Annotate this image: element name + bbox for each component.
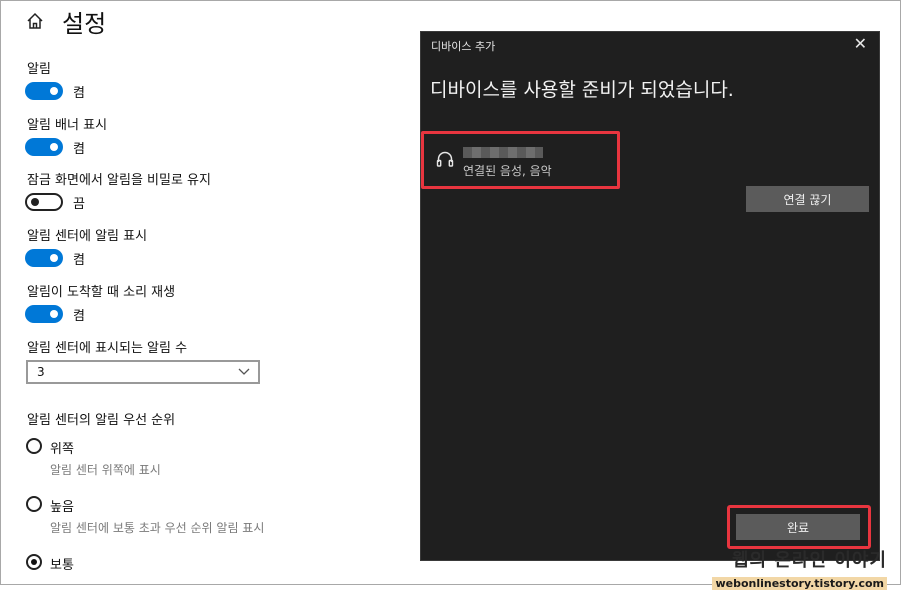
toggle-state: 켬 (73, 253, 85, 268)
toggle-state: 끔 (73, 197, 85, 212)
toggle-state: 켬 (73, 309, 85, 324)
notification-count-value: 3 (37, 365, 45, 379)
disconnect-button[interactable]: 연결 끊기 (746, 186, 869, 212)
notification-count-select[interactable]: 3 (26, 360, 260, 384)
setting-label-action-center: 알림 센터에 알림 표시 (27, 229, 148, 244)
setting-label-notifications: 알림 (27, 62, 51, 77)
device-list-item[interactable]: 연결된 음성, 음악 (421, 131, 620, 189)
radio-priority-normal[interactable] (26, 554, 42, 570)
page-title: 설정 (62, 10, 107, 38)
add-device-dialog: 디바이스 추가 ✕ 디바이스를 사용할 준비가 되었습니다. 연결된 음성, 음… (420, 31, 880, 561)
dialog-heading: 디바이스를 사용할 준비가 되었습니다. (430, 79, 734, 101)
headphone-icon (436, 151, 454, 167)
watermark-url: webonlinestory.tistory.com (712, 577, 887, 590)
chevron-down-icon (238, 368, 250, 375)
setting-label-sound: 알림이 도착할 때 소리 재생 (27, 285, 176, 300)
toggle-state: 켬 (73, 86, 85, 101)
toggle-state: 켬 (73, 142, 85, 157)
done-button[interactable]: 완료 (736, 514, 860, 540)
radio-priority-top[interactable] (26, 438, 42, 454)
toggle-notifications[interactable] (25, 82, 63, 100)
toggle-banner[interactable] (25, 138, 63, 156)
radio-priority-high[interactable] (26, 496, 42, 512)
toggle-lockscreen-private[interactable] (25, 193, 63, 211)
setting-label-lockscreen-private: 잠금 화면에서 알림을 비밀로 유지 (27, 173, 211, 188)
watermark-title: 웹의 온라인 이야기 (731, 550, 887, 571)
close-icon[interactable]: ✕ (854, 34, 867, 53)
device-name-blurred (463, 147, 543, 158)
radio-label-high: 높음 (50, 500, 74, 515)
home-icon[interactable] (25, 11, 45, 31)
radio-desc-top: 알림 센터 위쪽에 표시 (50, 463, 161, 477)
device-status: 연결된 음성, 음악 (463, 164, 552, 178)
watermark: 웹의 온라인 이야기 webonlinestory.tistory.com (712, 546, 887, 591)
radio-desc-high: 알림 센터에 보통 초과 우선 순위 알림 표시 (50, 521, 265, 535)
radio-label-top: 위쪽 (50, 442, 74, 457)
priority-label: 알림 센터의 알림 우선 순위 (27, 413, 176, 428)
toggle-sound[interactable] (25, 305, 63, 323)
setting-label-banner: 알림 배너 표시 (27, 118, 108, 133)
toggle-action-center[interactable] (25, 249, 63, 267)
dialog-title: 디바이스 추가 (431, 40, 496, 53)
radio-label-normal: 보통 (50, 558, 74, 573)
notification-count-label: 알림 센터에 표시되는 알림 수 (27, 341, 188, 356)
